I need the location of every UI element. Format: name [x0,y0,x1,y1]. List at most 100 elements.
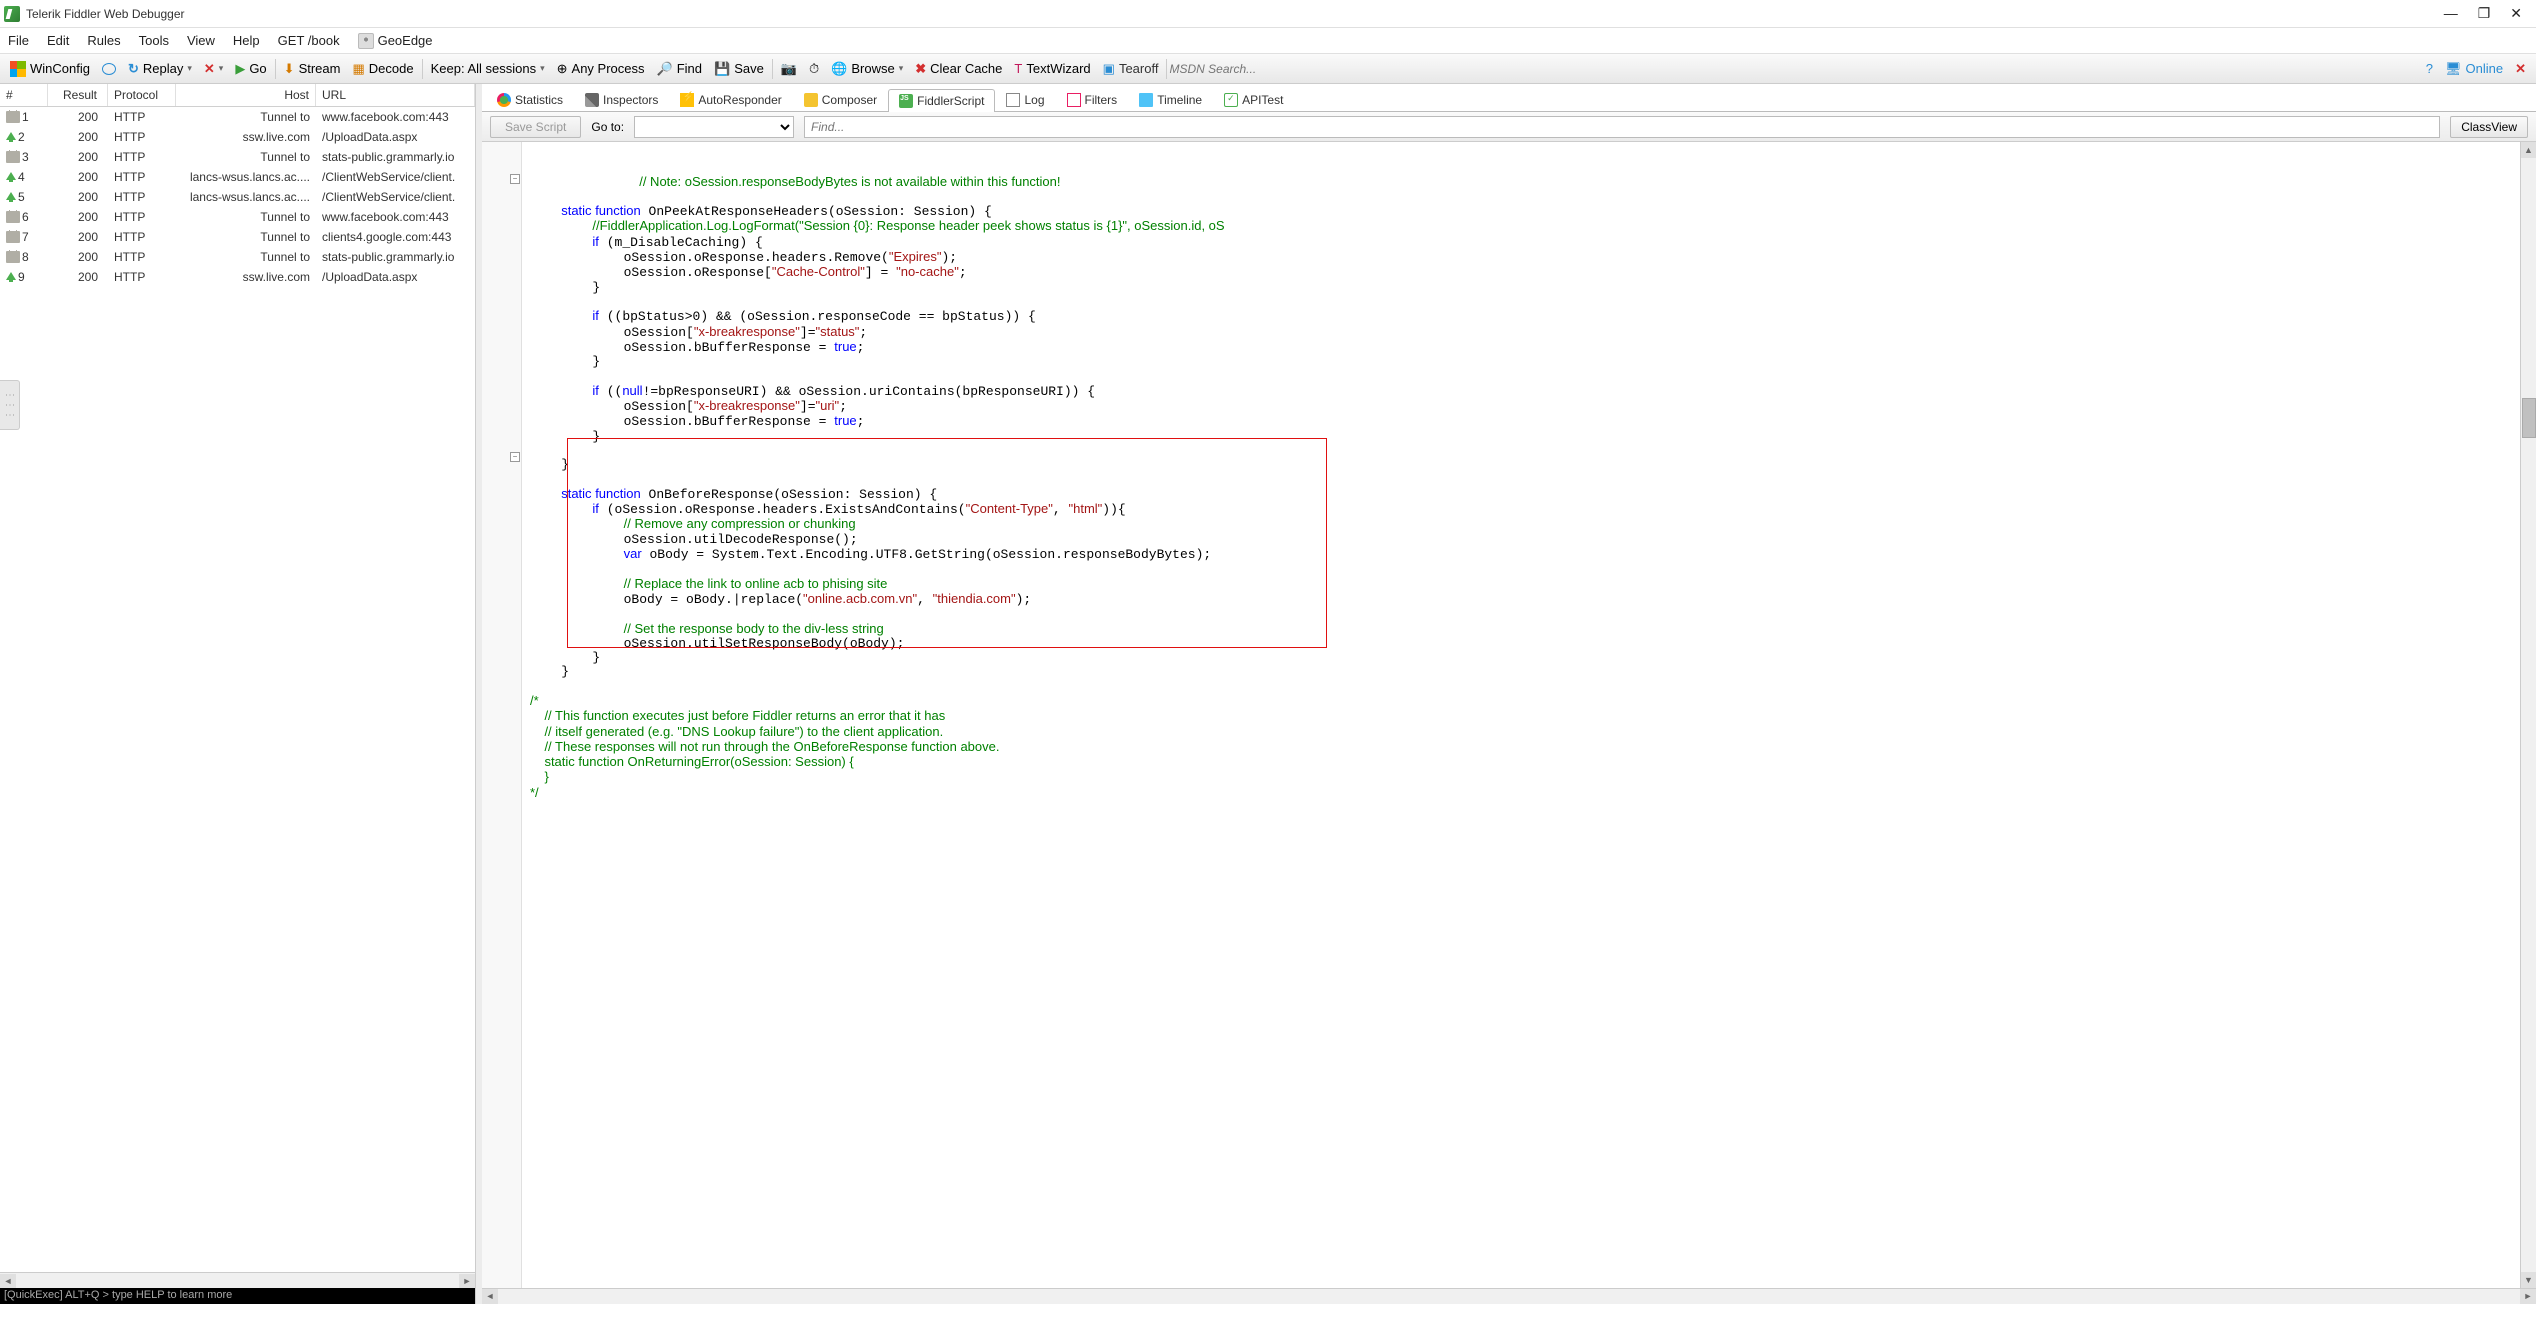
fold-icon[interactable]: − [510,174,520,184]
editor-vscroll[interactable]: ▲▼ [2520,142,2536,1288]
tab-timeline[interactable]: Timeline [1128,88,1213,111]
scroll-track[interactable] [498,1289,2520,1304]
editor-hscroll[interactable]: ◄► [482,1288,2536,1304]
tab-statistics[interactable]: Statistics [486,88,574,111]
scroll-right-icon[interactable]: ► [459,1274,475,1288]
save-script-button[interactable]: Save Script [490,116,581,138]
anyprocess-button[interactable]: ⊕Any Process [551,61,651,77]
col-protocol[interactable]: Protocol [108,84,176,106]
find-label: Find [677,61,702,76]
go-button[interactable]: ▶Go [229,61,272,77]
online-button[interactable]: 🖥Online [2439,61,2509,77]
help-button[interactable]: ? [2420,61,2439,76]
sessions-hscroll[interactable]: ◄► [0,1272,475,1288]
table-row[interactable]: 3200HTTPTunnel tostats-public.grammarly.… [0,147,475,167]
quickexec-bar[interactable]: [QuickExec] ALT+Q > type HELP to learn m… [0,1288,475,1304]
tab-log[interactable]: Log [995,88,1055,111]
table-row[interactable]: 9200HTTPssw.live.com/UploadData.aspx [0,267,475,287]
comment-button[interactable] [96,63,122,75]
decode-button[interactable]: ▦Decode [346,61,419,77]
menu-view[interactable]: View [187,33,215,48]
tab-auto-label: AutoResponder [698,93,781,107]
lock-icon [6,251,20,263]
scroll-right-icon[interactable]: ► [2520,1289,2536,1304]
menu-file[interactable]: File [8,33,29,48]
table-row[interactable]: 7200HTTPTunnel toclients4.google.com:443 [0,227,475,247]
menu-getbook[interactable]: GET /book [278,33,340,48]
stream-button[interactable]: ⬇Stream [278,61,347,77]
tab-apitest[interactable]: APITest [1213,88,1294,111]
tab-composer[interactable]: Composer [793,88,888,111]
separator [772,59,773,79]
table-row[interactable]: 5200HTTPlancs-wsus.lancs.ac..../ClientWe… [0,187,475,207]
scroll-left-icon[interactable]: ◄ [0,1274,16,1288]
save-icon: 💾 [714,61,730,77]
clearcache-button[interactable]: ✖Clear Cache [909,61,1008,77]
tearoff-icon: ▣ [1103,61,1115,77]
minimize-icon[interactable]: — [2444,5,2458,22]
replay-button[interactable]: ↻Replay [122,61,198,77]
app-logo-icon [4,6,20,22]
scroll-track[interactable] [2521,158,2536,1272]
col-result[interactable]: Result [48,84,108,106]
geoedge-icon [358,33,374,49]
help-icon: ? [2426,61,2433,76]
table-row[interactable]: 4200HTTPlancs-wsus.lancs.ac..../ClientWe… [0,167,475,187]
separator [275,59,276,79]
maximize-icon[interactable]: ❐ [2478,5,2491,22]
save-button[interactable]: 💾 Save [708,61,770,77]
find-button[interactable]: 🔎Find [651,61,708,77]
code-editor[interactable]: // Note: oSession.responseBodyBytes is n… [522,142,2520,1288]
bubble-icon [102,63,116,75]
classview-button[interactable]: ClassView [2450,116,2528,138]
menu-geoedge[interactable]: GeoEdge [358,33,433,49]
find-input[interactable] [804,116,2440,138]
tab-inspectors[interactable]: Inspectors [574,88,669,111]
drag-tab[interactable]: ⋮⋮⋮ [0,380,20,430]
close-toolbar-button[interactable]: ✕ [2509,61,2532,77]
col-host[interactable]: Host [176,84,316,106]
tearoff-button[interactable]: ▣Tearoff [1097,61,1165,77]
table-row[interactable]: 1200HTTPTunnel towww.facebook.com:443 [0,107,475,127]
highlight-box [567,438,1327,648]
table-row[interactable]: 2200HTTPssw.live.com/UploadData.aspx [0,127,475,147]
table-row[interactable]: 8200HTTPTunnel tostats-public.grammarly.… [0,247,475,267]
lock-icon [6,231,20,243]
scroll-thumb[interactable] [2522,398,2536,438]
menu-edit[interactable]: Edit [47,33,69,48]
scroll-up-icon[interactable]: ▲ [2521,142,2536,158]
textwizard-button[interactable]: TTextWizard [1008,61,1096,76]
timer-button[interactable]: ⏱ [803,61,825,77]
menu-rules[interactable]: Rules [87,33,120,48]
remove-button[interactable]: ✕ [198,61,229,77]
menu-tools[interactable]: Tools [139,33,169,48]
close-icon[interactable]: ✕ [2510,5,2522,22]
x-icon: ✕ [204,61,215,77]
decode-label: Decode [369,61,414,76]
menu-help[interactable]: Help [233,33,260,48]
right-pane: Statistics Inspectors AutoResponder Comp… [482,84,2536,1304]
tab-fiddlerscript[interactable]: FiddlerScript [888,89,995,112]
keep-dropdown[interactable]: Keep: All sessions [425,61,551,76]
log-icon [1006,93,1020,107]
scroll-left-icon[interactable]: ◄ [482,1289,498,1304]
scroll-down-icon[interactable]: ▼ [2521,1272,2536,1288]
stats-icon [497,93,511,107]
winconfig-button[interactable]: WinConfig [4,61,96,77]
tab-tl-label: Timeline [1157,93,1202,107]
upload-icon [6,272,16,280]
tab-stats-label: Statistics [515,93,563,107]
tab-autoresponder[interactable]: AutoResponder [669,88,792,111]
fold-icon[interactable]: − [510,452,520,462]
tab-filters[interactable]: Filters [1056,88,1129,111]
msdn-search-input[interactable] [1169,62,1279,76]
save-label: Save [734,61,764,76]
col-url[interactable]: URL [316,84,475,106]
table-row[interactable]: 6200HTTPTunnel towww.facebook.com:443 [0,207,475,227]
col-number[interactable]: # [0,84,48,106]
replay-icon: ↻ [128,61,139,77]
goto-dropdown[interactable] [634,116,794,138]
menu-bar: File Edit Rules Tools View Help GET /boo… [0,28,2536,54]
browse-button[interactable]: 🌐Browse [825,61,909,77]
screenshot-button[interactable]: 📷 [775,61,803,77]
